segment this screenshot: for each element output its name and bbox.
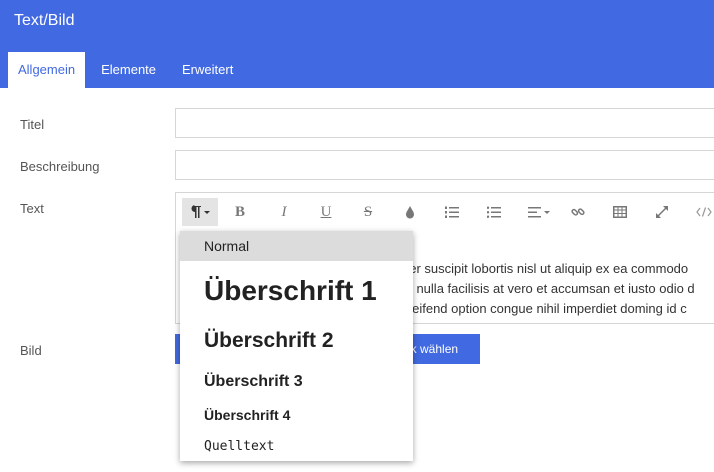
style-option-normal[interactable]: Normal bbox=[180, 231, 413, 261]
title-label: Titel bbox=[20, 117, 45, 132]
dialog-title: Text/Bild bbox=[14, 12, 75, 29]
tab-elemente[interactable]: Elemente bbox=[91, 52, 166, 88]
style-option-label: Quelltext bbox=[204, 439, 275, 454]
strikethrough-icon[interactable]: S bbox=[352, 198, 384, 226]
style-option-heading-4[interactable]: Überschrift 4 bbox=[180, 403, 413, 429]
style-option-label: Überschrift 4 bbox=[204, 407, 291, 423]
fullscreen-icon[interactable] bbox=[646, 198, 678, 226]
style-option-code[interactable]: Quelltext bbox=[180, 435, 413, 459]
style-option-heading-2[interactable]: Überschrift 2 bbox=[180, 325, 413, 359]
description-label: Beschreibung bbox=[20, 159, 100, 174]
tab-bar: Allgemein Elemente Erweitert bbox=[8, 52, 249, 88]
image-label: Bild bbox=[20, 343, 42, 358]
style-option-heading-1[interactable]: Überschrift 1 bbox=[180, 267, 413, 315]
paragraph-style-icon[interactable] bbox=[182, 198, 218, 226]
ordered-list-icon[interactable] bbox=[436, 198, 468, 226]
dialog-header: Text/Bild Allgemein Elemente Erweitert bbox=[0, 0, 714, 88]
code-view-icon[interactable] bbox=[688, 198, 714, 226]
style-option-label: Überschrift 3 bbox=[204, 373, 303, 390]
align-icon[interactable] bbox=[520, 198, 560, 226]
table-icon[interactable] bbox=[604, 198, 636, 226]
style-option-label: Überschrift 2 bbox=[204, 329, 334, 352]
underline-icon[interactable]: U bbox=[310, 198, 342, 226]
color-drop-icon[interactable] bbox=[394, 198, 426, 226]
tab-allgemein[interactable]: Allgemein bbox=[8, 52, 86, 88]
italic-icon[interactable]: I bbox=[268, 198, 300, 226]
editor-toolbar: B I U S bbox=[176, 193, 714, 231]
description-input[interactable] bbox=[175, 150, 714, 180]
text-label: Text bbox=[20, 201, 44, 216]
style-option-label: Überschrift 1 bbox=[204, 275, 377, 306]
paragraph-style-menu: Normal Überschrift 1 Überschrift 2 Übers… bbox=[180, 231, 413, 461]
unordered-list-icon[interactable] bbox=[478, 198, 510, 226]
style-option-label: Normal bbox=[204, 238, 250, 254]
title-input[interactable] bbox=[175, 108, 714, 138]
style-option-heading-3[interactable]: Überschrift 3 bbox=[180, 369, 413, 397]
bold-icon[interactable]: B bbox=[224, 198, 256, 226]
tab-erweitert[interactable]: Erweitert bbox=[172, 52, 243, 88]
link-icon[interactable] bbox=[562, 198, 594, 226]
